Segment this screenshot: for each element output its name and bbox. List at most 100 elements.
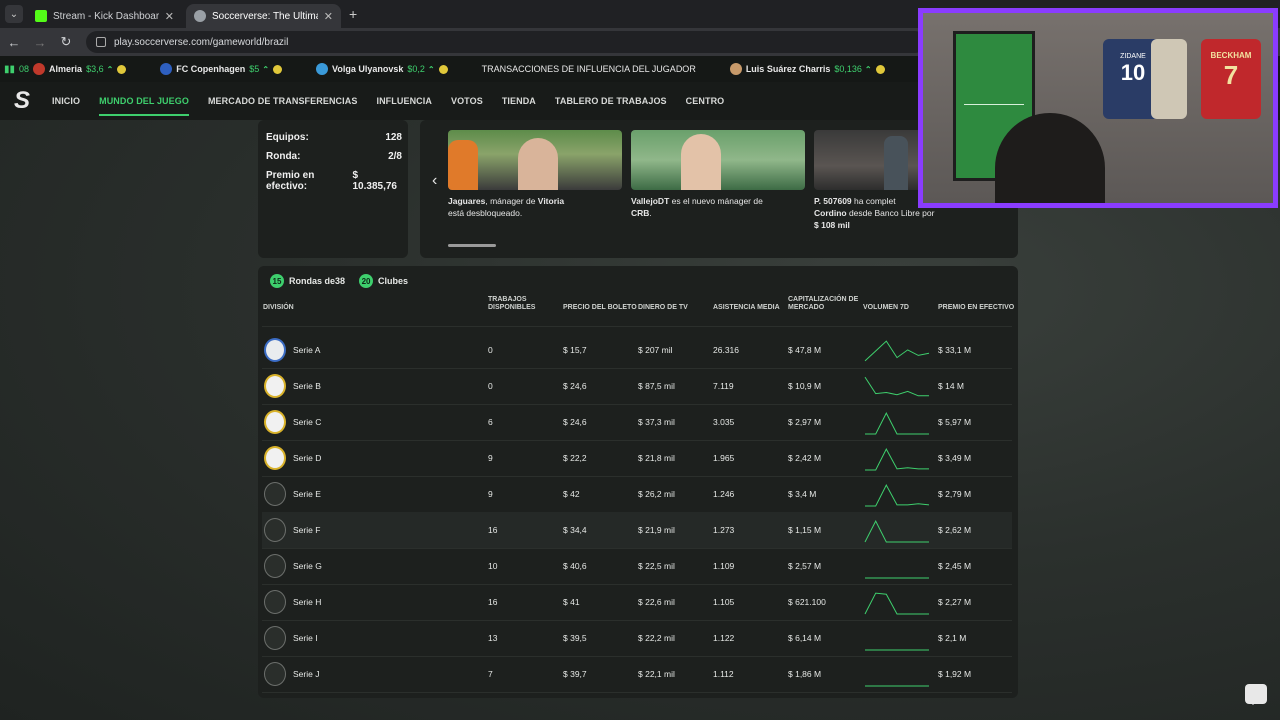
stat-value: 2/8 bbox=[388, 151, 402, 162]
framed-picture-image bbox=[1151, 39, 1187, 119]
forward-arrow-icon[interactable]: → bbox=[28, 35, 52, 50]
table-row[interactable]: Serie B 0 $ 24,6 $ 87,5 mil 7.119 $ 10,9 M $ 1… bbox=[262, 368, 1012, 404]
header-market-cap[interactable]: CAPITALIZACIÓN DE MERCADO bbox=[788, 296, 860, 312]
carousel-scrollbar[interactable] bbox=[448, 244, 496, 247]
news-club-name[interactable]: CRB bbox=[631, 208, 649, 218]
header-tv[interactable]: DINERO DE TV bbox=[638, 304, 688, 312]
volume-7d-sparkline bbox=[865, 685, 929, 687]
ticker-name: Almeria bbox=[49, 64, 83, 74]
table-row[interactable]: Serie H 16 $ 41 $ 22,6 mil 1.105 $ 621.100 $ 2… bbox=[262, 584, 1012, 620]
news-text: VallejoDT es el nuevo mánager de CRB. bbox=[631, 195, 805, 219]
market-cap: $ 10,9 M bbox=[788, 381, 822, 391]
tab-search-chevron-icon[interactable]: ⌄ bbox=[5, 5, 23, 23]
cash-prize: $ 14 M bbox=[938, 381, 964, 391]
ticker-item-almeria[interactable]: Almeria $3,6 ⌃ bbox=[33, 63, 127, 75]
player-avatar bbox=[729, 63, 742, 75]
copenhagen-crest-icon bbox=[160, 63, 173, 75]
news-player-name[interactable]: Cordino bbox=[814, 208, 847, 218]
nav-centro[interactable]: CENTRO bbox=[686, 82, 725, 120]
nav-influencia[interactable]: INFLUENCIA bbox=[376, 82, 432, 120]
news-item[interactable]: Jaguares, mánager de Vitoria está desblo… bbox=[448, 130, 622, 219]
signal-bars-icon: ▮▮ bbox=[4, 63, 16, 75]
cash-prize: $ 3,49 M bbox=[938, 453, 972, 463]
browser-tab-kick[interactable]: Stream - Kick Dashboard ✕ bbox=[27, 4, 182, 28]
division-badge-icon bbox=[264, 554, 286, 578]
chat-bubble-icon[interactable] bbox=[1245, 684, 1267, 705]
ticket-price: $ 15,7 bbox=[563, 345, 587, 355]
table-row[interactable]: Serie I 13 $ 39,5 $ 22,2 mil 1.122 $ 6,14 M $ … bbox=[262, 620, 1012, 656]
trend-up-icon: ⌃ bbox=[262, 64, 270, 74]
nav-tienda[interactable]: TIENDA bbox=[502, 82, 536, 120]
news-club-name[interactable]: Vitoria bbox=[538, 196, 564, 206]
division-name[interactable]: Serie C bbox=[293, 404, 321, 440]
new-tab-plus-icon[interactable]: + bbox=[349, 6, 357, 22]
tv-money: $ 22,6 mil bbox=[638, 597, 675, 607]
division-name[interactable]: Serie A bbox=[293, 332, 320, 368]
division-name[interactable]: Serie H bbox=[293, 584, 321, 620]
market-cap: $ 2,42 M bbox=[788, 453, 822, 463]
table-row[interactable]: Serie A 0 $ 15,7 $ 207 mil 26.316 $ 47,8 M $ 3… bbox=[262, 332, 1012, 368]
tv-money: $ 22,5 mil bbox=[638, 561, 675, 571]
tv-money: $ 22,2 mil bbox=[638, 633, 675, 643]
row-divider bbox=[262, 692, 1012, 693]
volume-7d-sparkline bbox=[864, 519, 929, 543]
soccerverse-logo-icon[interactable]: S bbox=[14, 88, 36, 114]
division-name[interactable]: Serie J bbox=[293, 656, 319, 692]
nav-tablero[interactable]: TABLERO DE TRABAJOS bbox=[555, 82, 667, 120]
back-arrow-icon[interactable]: ← bbox=[2, 35, 26, 50]
header-divider bbox=[262, 326, 1012, 327]
news-item[interactable]: VallejoDT es el nuevo mánager de CRB. bbox=[631, 130, 805, 219]
ticker-item-suarez[interactable]: Luis Suárez Charris $0,136 ⌃ bbox=[729, 63, 885, 75]
header-ticket[interactable]: PRECIO DEL BOLETO bbox=[563, 304, 637, 312]
clubs-label: Clubes bbox=[378, 276, 409, 286]
url-text: play.soccerverse.com/gameworld/brazil bbox=[114, 36, 289, 48]
news-manager-name[interactable]: P. 507609 bbox=[814, 196, 852, 206]
news-manager-name[interactable]: Jaguares bbox=[448, 196, 485, 206]
ticket-price: $ 42 bbox=[563, 489, 580, 499]
carousel-prev-chevron-icon[interactable]: ‹ bbox=[432, 172, 437, 190]
table-row[interactable]: Serie J 7 $ 39,7 $ 22,1 mil 1.112 $ 1,86 M $ 1… bbox=[262, 656, 1012, 692]
table-row[interactable]: Serie F 16 $ 34,4 $ 21,9 mil 1.273 $ 1,15 M $ … bbox=[262, 512, 1012, 548]
browser-tab-soccerverse[interactable]: Soccerverse: The Ultimate Footb ✕ bbox=[186, 4, 341, 28]
volume-7d-sparkline bbox=[865, 448, 929, 471]
nav-mercado[interactable]: MERCADO DE TRANSFERENCIAS bbox=[208, 82, 358, 120]
market-cap: $ 1,15 M bbox=[788, 525, 822, 535]
url-field[interactable]: play.soccerverse.com/gameworld/brazil bbox=[86, 31, 926, 53]
nav-inicio[interactable]: INICIO bbox=[52, 82, 80, 120]
division-name[interactable]: Serie D bbox=[293, 440, 321, 476]
market-cap: $ 621.100 bbox=[788, 597, 826, 607]
table-row[interactable]: Serie G 10 $ 40,6 $ 22,5 mil 1.109 $ 2,57 M $ … bbox=[262, 548, 1012, 584]
table-row[interactable]: Serie D 9 $ 22,2 $ 21,8 mil 1.965 $ 2,42 M $ 3… bbox=[262, 440, 1012, 476]
sparkline-path bbox=[864, 376, 929, 397]
tv-money: $ 37,3 mil bbox=[638, 417, 675, 427]
division-name[interactable]: Serie E bbox=[293, 476, 321, 512]
market-cap: $ 2,57 M bbox=[788, 561, 822, 571]
nav-mundo-del-juego[interactable]: MUNDO DEL JUEGO bbox=[99, 82, 189, 120]
header-prize[interactable]: PREMIO EN EFECTIVO bbox=[938, 304, 1014, 312]
division-badge-icon bbox=[264, 410, 286, 434]
ticker-item-volga[interactable]: Volga Ulyanovsk $0,2 ⌃ bbox=[316, 63, 448, 75]
site-info-icon[interactable] bbox=[96, 37, 106, 47]
table-row[interactable]: Serie C 6 $ 24,6 $ 37,3 mil 3.035 $ 2,97 M $ 5… bbox=[262, 404, 1012, 440]
header-volume[interactable]: VOLUMEN 7D bbox=[863, 304, 909, 312]
reload-icon[interactable]: ↻ bbox=[54, 34, 78, 50]
header-attendance[interactable]: ASISTENCIA MEDIA bbox=[713, 304, 780, 312]
news-manager-name[interactable]: VallejoDT bbox=[631, 196, 669, 206]
ticker-section-label: TRANSACCIONES DE INFLUENCIA DEL JUGADOR bbox=[481, 64, 696, 74]
division-name[interactable]: Serie F bbox=[293, 512, 320, 548]
trend-up-icon: ⌃ bbox=[427, 64, 435, 74]
close-tab-icon[interactable]: ✕ bbox=[165, 10, 174, 23]
division-name[interactable]: Serie I bbox=[293, 620, 318, 656]
clubs-count-badge: 20 bbox=[359, 274, 374, 288]
close-tab-icon[interactable]: ✕ bbox=[324, 10, 333, 23]
table-row[interactable]: Serie E 9 $ 42 $ 26,2 mil 1.246 $ 3,4 M $ 2,79… bbox=[262, 476, 1012, 512]
division-name[interactable]: Serie G bbox=[293, 548, 322, 584]
tab-title: Stream - Kick Dashboard bbox=[53, 10, 159, 22]
ticker-item-copenhagen[interactable]: FC Copenhagen $5 ⌃ bbox=[160, 63, 283, 75]
header-jobs[interactable]: TRABAJOS DISPONIBLES bbox=[488, 296, 548, 312]
coin-icon bbox=[273, 64, 283, 74]
nav-votos[interactable]: VOTOS bbox=[451, 82, 483, 120]
avg-attendance: 1.122 bbox=[713, 633, 735, 643]
header-division[interactable]: DIVISIÓN bbox=[263, 304, 294, 312]
division-name[interactable]: Serie B bbox=[293, 368, 321, 404]
